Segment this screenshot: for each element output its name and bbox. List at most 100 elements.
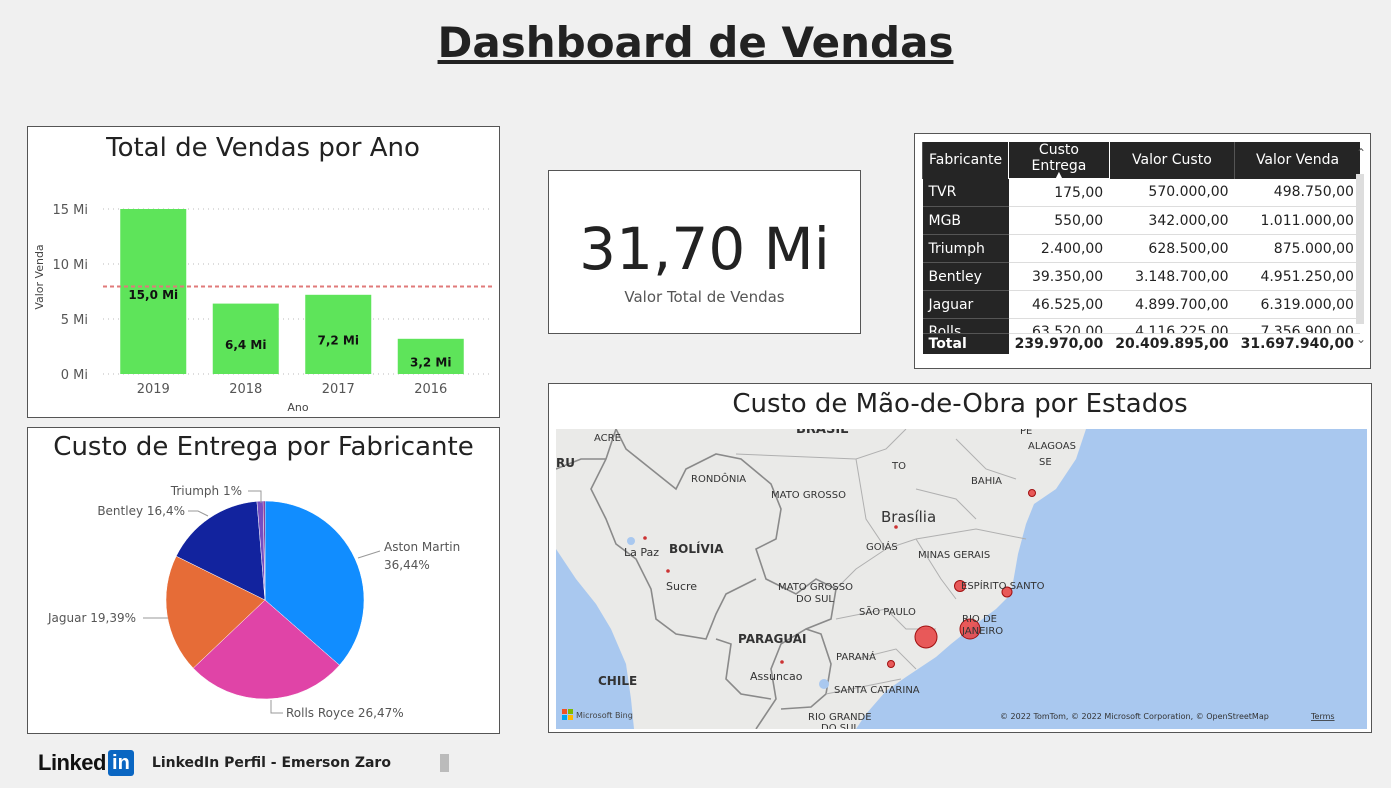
kpi-label: Valor Total de Vendas: [624, 288, 785, 306]
cell-fabricante: Jaguar: [922, 290, 1009, 319]
scroll-down-icon[interactable]: ⌄: [1356, 332, 1366, 346]
cell-fabricante: Triumph: [922, 234, 1009, 263]
cell-text: 4.116.225,00: [1135, 324, 1229, 333]
manufacturer-table: Fabricante Custo Entrega ▲ Valor Custo Va…: [921, 141, 1360, 354]
x-tick-label: 2017: [322, 382, 355, 397]
bar-value-label: 15,0 Mi: [128, 288, 178, 302]
x-tick-label: 2016: [414, 382, 447, 397]
cell-fabricante: TVR: [922, 178, 1009, 207]
map-label: MATO GROSSO: [778, 582, 853, 593]
linkedin-logo-icon: in: [107, 750, 134, 776]
pie-slice-label: Bentley 16,4%: [97, 504, 185, 518]
map-provider: Microsoft Bing: [576, 711, 633, 720]
total-valor-venda: 31.697.940,00: [1240, 336, 1354, 352]
manufacturer-table-card[interactable]: Fabricante Custo Entrega ▲ Valor Custo Va…: [914, 133, 1371, 369]
table-row[interactable]: Bentley 39.350,00 3.148.700,00 4.951.250…: [922, 262, 1360, 291]
map-canvas[interactable]: BRASIL ACRE RU RONDÔNIA MATO GROSSO TO B…: [556, 429, 1367, 729]
column-header-valor-custo[interactable]: Valor Custo: [1108, 141, 1235, 179]
bar-value-label: 7,2 Mi: [318, 333, 360, 347]
y-tick-label: 15 Mi: [52, 203, 88, 218]
table-row[interactable]: Rolls Royce 63.520,00 4.116.225,00 7.356…: [922, 318, 1360, 334]
page-marker: [440, 754, 449, 772]
map-label: MINAS GERAIS: [918, 550, 990, 561]
map-lake: [819, 679, 829, 689]
map-label: RIO DE: [962, 614, 997, 625]
map-label: GOIÁS: [866, 540, 898, 553]
bubble-bahia[interactable]: [1028, 489, 1036, 497]
map-label: ALAGOAS: [1028, 441, 1076, 452]
map-label: SE: [1039, 457, 1052, 468]
cell-valor-venda: 6.319.000,00: [1234, 290, 1360, 319]
map-label: La Paz: [624, 546, 659, 559]
map-label: RONDÔNIA: [691, 472, 746, 485]
cell-valor-custo: 570.000,00: [1109, 178, 1235, 207]
pie-slice-label: Jaguar 19,39%: [47, 611, 136, 625]
cell-custo-entrega: 39.350,00: [1008, 262, 1110, 291]
bar-value-label: 6,4 Mi: [225, 338, 267, 352]
total-valor-custo: 20.409.895,00: [1115, 336, 1229, 352]
pie-slice-label: Triumph 1%: [170, 484, 242, 498]
map-label: BAHIA: [971, 476, 1002, 487]
cell-valor-custo: 342.000,00: [1109, 206, 1235, 235]
column-header-custo-entrega[interactable]: Custo Entrega ▲: [1008, 141, 1110, 179]
cell-valor-custo: 3.148.700,00: [1109, 262, 1235, 291]
labor-cost-map-card[interactable]: Custo de Mão-de-Obra por Estados BRASIL …: [548, 383, 1372, 733]
pie-leader-line: [270, 700, 283, 714]
y-tick-label: 0 Mi: [61, 368, 88, 383]
cell-custo-entrega: 175,00: [1008, 178, 1110, 207]
map-svg: BRASIL ACRE RU RONDÔNIA MATO GROSSO TO B…: [556, 429, 1367, 729]
table-row[interactable]: MGB 550,00 342.000,00 1.011.000,00: [922, 206, 1360, 235]
table-total-row: Total 239.970,00 20.409.895,00 31.697.94…: [922, 333, 1360, 354]
table-scrollbar[interactable]: [1356, 174, 1364, 324]
footer: Linked in LinkedIn Perfil - Emerson Zaro: [38, 748, 391, 778]
pie-leader-line: [188, 510, 209, 517]
cell-fabricante: Rolls Royce: [922, 318, 1009, 334]
map-label: Assuncao: [750, 670, 803, 683]
delivery-cost-pie-chart[interactable]: Custo de Entrega por Fabricante Aston Ma…: [27, 427, 500, 734]
bar-chart-svg: Total de Vendas por Ano 0 Mi 5 Mi 10 Mi 15 M…: [33, 133, 493, 414]
map-label: SÃO PAULO: [859, 605, 916, 618]
pie-slice-label: Aston Martin: [384, 540, 460, 554]
map-label: SANTA CATARINA: [834, 685, 920, 696]
cell-valor-venda: 875.000,00: [1234, 234, 1360, 263]
map-label: DO SUL: [821, 723, 859, 729]
table-row[interactable]: TVR 175,00 570.000,00 498.750,00: [922, 178, 1360, 207]
scroll-up-icon[interactable]: ⌃: [1356, 146, 1366, 160]
total-sales-kpi-card[interactable]: 31,70 Mi Valor Total de Vendas: [548, 170, 861, 334]
cell-valor-venda: 4.951.250,00: [1234, 262, 1360, 291]
map-label: MATO GROSSO: [771, 490, 846, 501]
pie-slice-label: 36,44%: [384, 558, 430, 572]
city-dot: [666, 569, 670, 573]
cell-text: 7.356.900,00: [1260, 324, 1354, 333]
table-row[interactable]: Jaguar 46.525,00 4.899.700,00 6.319.000,…: [922, 290, 1360, 319]
cell-valor-venda: 7.356.900,00: [1234, 318, 1360, 334]
cell-fabricante: Bentley: [922, 262, 1009, 291]
bubble-parana[interactable]: [887, 660, 895, 668]
city-dot: [780, 660, 784, 664]
column-header-valor-venda[interactable]: Valor Venda: [1234, 141, 1360, 179]
city-dot: [643, 536, 647, 540]
map-label: RU: [556, 456, 575, 470]
y-axis-label: Valor Venda: [33, 244, 46, 309]
cell-custo-entrega: 550,00: [1008, 206, 1110, 235]
map-label: JANEIRO: [961, 626, 1003, 637]
map-title: Custo de Mão-de-Obra por Estados: [732, 389, 1188, 419]
map-label: ACRE: [594, 433, 621, 444]
x-axis-label: Ano: [287, 401, 308, 414]
cell-custo-entrega: 46.525,00: [1008, 290, 1110, 319]
map-label: Sucre: [666, 580, 697, 593]
sort-ascending-icon: ▲: [1055, 170, 1062, 179]
cell-custo-entrega: 63.520,00: [1008, 318, 1110, 334]
table-row[interactable]: Triumph 2.400,00 628.500,00 875.000,00: [922, 234, 1360, 263]
linkedin-profile-link[interactable]: LinkedIn Perfil - Emerson Zaro: [152, 755, 391, 771]
sales-by-year-chart[interactable]: Total de Vendas por Ano 0 Mi 5 Mi 10 Mi 15 M…: [27, 126, 500, 418]
map-terms-link[interactable]: Terms: [1310, 712, 1335, 721]
cell-valor-custo: 4.116.225,00: [1109, 318, 1235, 334]
table-header-row: Fabricante Custo Entrega ▲ Valor Custo Va…: [921, 141, 1360, 179]
map-label: PARANÁ: [836, 650, 876, 663]
cell-valor-venda: 498.750,00: [1234, 178, 1360, 207]
map-label: Brasília: [881, 508, 936, 526]
column-header-fabricante[interactable]: Fabricante: [921, 141, 1009, 179]
bubble-sao-paulo[interactable]: [914, 625, 938, 649]
linkedin-logo-text: Linked: [38, 750, 106, 775]
